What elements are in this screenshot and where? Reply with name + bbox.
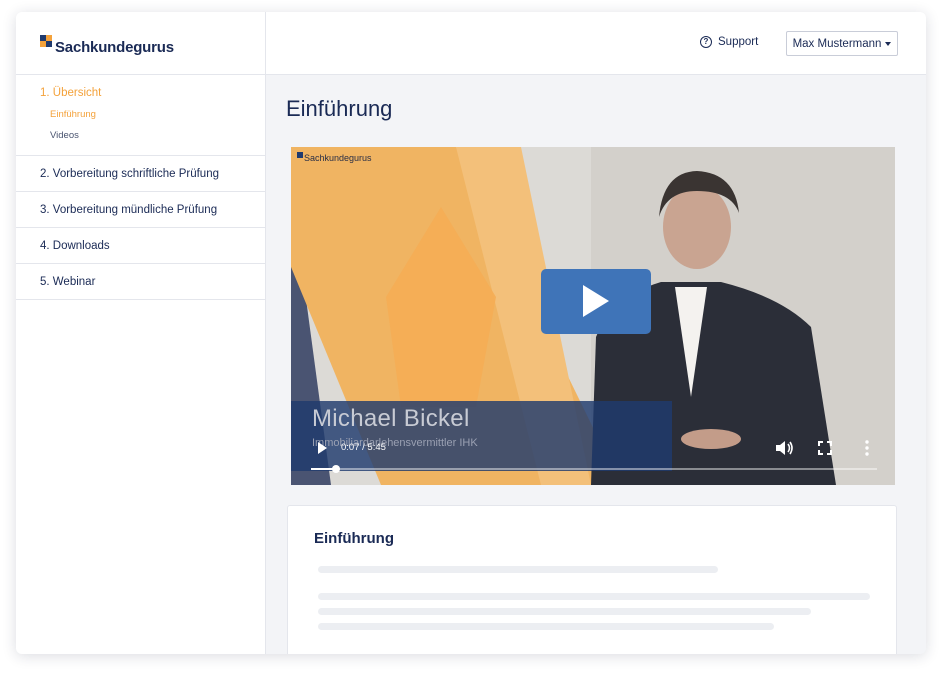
nav-subitem-einfuehrung[interactable]: Einführung	[50, 109, 266, 120]
logo-mark-icon	[297, 152, 303, 158]
support-label: Support	[718, 36, 759, 48]
nav-item-downloads[interactable]: 4. Downloads	[16, 228, 266, 264]
speaker-name: Michael Bickel	[312, 405, 470, 432]
text-placeholder-line	[318, 608, 811, 615]
nav-subitem-videos[interactable]: Videos	[50, 130, 266, 141]
support-link[interactable]: ? Support	[700, 36, 758, 48]
play-icon[interactable]	[318, 442, 327, 454]
text-placeholder-line	[318, 623, 774, 630]
big-play-button[interactable]	[541, 269, 651, 334]
logo-text: Sachkundegurus	[55, 38, 174, 56]
sidebar: Sachkundegurus 1. Übersicht Einführung V…	[16, 12, 266, 654]
video-watermark: Sachkundegurus	[297, 152, 372, 163]
logo-mark-icon	[40, 35, 54, 49]
nav-section-uebersicht: 1. Übersicht Einführung Videos	[16, 75, 266, 156]
video-time: 0:07 / 5:45	[341, 442, 386, 453]
volume-icon[interactable]	[775, 440, 795, 456]
text-placeholder-line	[318, 566, 718, 573]
user-name: Max Mustermann	[792, 37, 882, 50]
nav-item-uebersicht[interactable]: 1. Übersicht	[40, 87, 266, 99]
play-icon	[583, 285, 609, 317]
video-progress-handle[interactable]	[332, 465, 340, 473]
nav-item-schriftliche-pruefung[interactable]: 2. Vorbereitung schriftliche Prüfung	[16, 156, 266, 192]
text-placeholder-line	[318, 593, 870, 600]
card-title: Einführung	[314, 530, 394, 547]
speaker-subtitle: Immobiliardarlehensvermittler IHK	[312, 437, 478, 449]
nav-item-muendliche-pruefung[interactable]: 3. Vorbereitung mündliche Prüfung	[16, 192, 266, 228]
user-menu-button[interactable]: Max Mustermann	[786, 31, 898, 56]
top-bar: ? Support Max Mustermann	[266, 12, 926, 75]
content-card: Einführung	[287, 505, 897, 654]
video-progress-bar[interactable]	[311, 465, 877, 473]
app-window: Sachkundegurus 1. Übersicht Einführung V…	[16, 12, 926, 654]
video-player[interactable]: Sachkundegurus Michael Bickel Immobiliar…	[291, 147, 895, 485]
fullscreen-icon[interactable]	[818, 441, 832, 455]
nav-item-webinar[interactable]: 5. Webinar	[16, 264, 266, 300]
video-logo-text: Sachkundegurus	[304, 153, 372, 163]
page-title: Einführung	[286, 96, 393, 121]
more-options-icon[interactable]	[865, 440, 869, 456]
question-circle-icon: ?	[700, 36, 712, 48]
brand-logo[interactable]: Sachkundegurus	[40, 32, 174, 62]
caret-down-icon	[885, 41, 892, 46]
course-nav: 1. Übersicht Einführung Videos 2. Vorber…	[16, 75, 266, 300]
